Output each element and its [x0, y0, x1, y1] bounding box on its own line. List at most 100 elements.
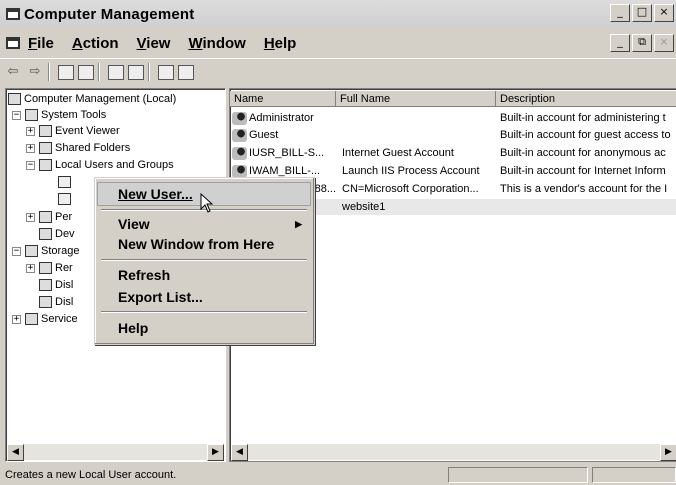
menu-label: Export List...	[118, 289, 203, 305]
services-icon	[25, 313, 38, 325]
tree-label: Rer	[55, 262, 73, 274]
expand-icon[interactable]: +	[26, 212, 35, 222]
user-icon	[232, 146, 247, 160]
tree-node-performance[interactable]: + Per	[26, 209, 72, 225]
tree-node-groups-folder[interactable]	[58, 191, 74, 207]
menu-label: New User...	[118, 186, 193, 202]
status-bar: Creates a new Local User account.	[0, 466, 676, 485]
scroll-left-button[interactable]: ◀	[231, 444, 248, 461]
mdi-close-button[interactable]: ×	[654, 34, 674, 52]
refresh-icon[interactable]	[108, 64, 124, 80]
column-header-name[interactable]: Name	[230, 91, 336, 107]
tree-node-shared-folders[interactable]: + Shared Folders	[26, 140, 130, 156]
expand-icon[interactable]: +	[12, 314, 21, 324]
tree-node-local-users-groups[interactable]: − Local Users and Groups	[26, 157, 174, 173]
menu-file[interactable]: File	[28, 35, 54, 52]
cell-name: Guest	[249, 129, 279, 141]
table-row[interactable]: Guest	[232, 127, 336, 143]
mdi-minimize-button[interactable]: _	[610, 34, 630, 52]
list-horizontal-scrollbar[interactable]: ◀ ▶	[231, 444, 676, 461]
removable-storage-icon	[39, 262, 52, 274]
cell-description: This is a vendor's account for the I	[500, 183, 668, 195]
disk-management-icon	[39, 296, 52, 308]
title-bar: Computer Management _ □ ×	[0, 0, 676, 28]
menu-view[interactable]: View	[137, 35, 171, 52]
computer-management-window: Computer Management _ □ × File Action Vi…	[0, 0, 676, 485]
status-panel	[448, 467, 588, 483]
collapse-icon[interactable]: −	[26, 160, 35, 170]
tree-horizontal-scrollbar[interactable]: ◀ ▶	[7, 444, 224, 461]
context-menu-help[interactable]: Help	[98, 317, 310, 339]
tree-node-services[interactable]: + Service	[12, 311, 78, 327]
minimize-button[interactable]: _	[610, 4, 630, 22]
export-list-icon[interactable]	[128, 64, 144, 80]
cell-description: Built-in account for guest access to	[500, 129, 671, 141]
properties-icon[interactable]	[178, 64, 194, 80]
menu-label: Help	[118, 320, 149, 336]
storage-icon	[25, 245, 38, 257]
tree-label: Event Viewer	[55, 125, 120, 137]
mdi-restore-button[interactable]: ⧉	[632, 34, 652, 52]
collapse-icon[interactable]: −	[12, 246, 21, 256]
toolbar-separator	[48, 63, 50, 81]
menu-label: View	[118, 216, 150, 232]
expand-icon[interactable]: +	[26, 126, 35, 136]
menu-help[interactable]: Help	[264, 35, 297, 52]
window-title: Computer Management	[24, 5, 195, 23]
collapse-icon[interactable]: −	[12, 110, 21, 120]
tree-node-system-tools[interactable]: − System Tools	[12, 107, 106, 123]
toolbar-separator	[98, 63, 100, 81]
scroll-right-button[interactable]: ▶	[207, 444, 224, 461]
close-button[interactable]: ×	[654, 4, 674, 22]
context-menu-export-list[interactable]: Export List...	[98, 286, 310, 308]
tree-label: Disl	[55, 296, 74, 308]
cell-full-name: website1	[342, 201, 386, 213]
scroll-right-button[interactable]: ▶	[660, 444, 676, 461]
cell-description: Built-in account for administering t	[500, 112, 666, 124]
menu-action[interactable]: Action	[72, 35, 119, 52]
submenu-arrow-icon: ▶	[295, 219, 302, 229]
menu-bar: File Action View Window Help	[0, 31, 676, 55]
disk-defragmenter-icon	[39, 279, 52, 291]
status-text: Creates a new Local User account.	[5, 469, 177, 481]
tree-node-root[interactable]: Computer Management (Local)	[8, 91, 176, 107]
tree-label: System Tools	[41, 109, 107, 121]
window-controls: _ □ ×	[610, 4, 674, 22]
tree-node-disk-management[interactable]: Disl	[39, 294, 73, 310]
console-icon[interactable]	[6, 37, 20, 49]
menu-separator	[101, 311, 307, 313]
expand-icon[interactable]: +	[26, 143, 35, 153]
help-icon[interactable]	[158, 64, 174, 80]
show-hide-tree-icon[interactable]	[78, 64, 94, 80]
context-menu-new-window[interactable]: New Window from Here	[98, 233, 310, 255]
cell-full-name	[342, 110, 492, 126]
context-menu-refresh[interactable]: Refresh	[98, 264, 310, 286]
menu-separator	[101, 259, 307, 261]
cell-full-name: Internet Guest Account	[342, 147, 454, 159]
tree-node-disk-defragmenter[interactable]: Disl	[39, 277, 73, 293]
context-menu-view[interactable]: View ▶	[98, 213, 310, 235]
tree-node-removable-storage[interactable]: + Rer	[26, 260, 73, 276]
expand-icon[interactable]: +	[26, 263, 35, 273]
tree-node-device-manager[interactable]: Dev	[39, 226, 75, 242]
status-panel	[592, 467, 676, 483]
performance-icon	[39, 211, 52, 223]
column-header-description[interactable]: Description	[496, 91, 676, 107]
cell-full-name: CN=Microsoft Corporation...	[342, 183, 479, 195]
menu-window[interactable]: Window	[188, 35, 245, 52]
back-arrow-icon[interactable]: ⇦	[4, 63, 22, 81]
tree-node-storage[interactable]: − Storage	[12, 243, 80, 259]
scroll-left-button[interactable]: ◀	[7, 444, 24, 461]
table-row[interactable]: IUSR_BILL-S...	[232, 145, 336, 161]
device-manager-icon	[39, 228, 52, 240]
up-level-icon[interactable]	[58, 64, 74, 80]
forward-arrow-icon[interactable]: ⇨	[26, 63, 44, 81]
toolbar: ⇦ ⇨	[0, 58, 676, 85]
table-row[interactable]: Administrator	[232, 110, 336, 126]
maximize-button[interactable]: □	[632, 4, 652, 22]
tree-node-users-folder[interactable]	[58, 174, 74, 190]
tree-node-event-viewer[interactable]: + Event Viewer	[26, 123, 120, 139]
column-header-full-name[interactable]: Full Name	[336, 91, 496, 107]
user-icon	[232, 111, 247, 125]
folder-icon	[39, 142, 52, 154]
